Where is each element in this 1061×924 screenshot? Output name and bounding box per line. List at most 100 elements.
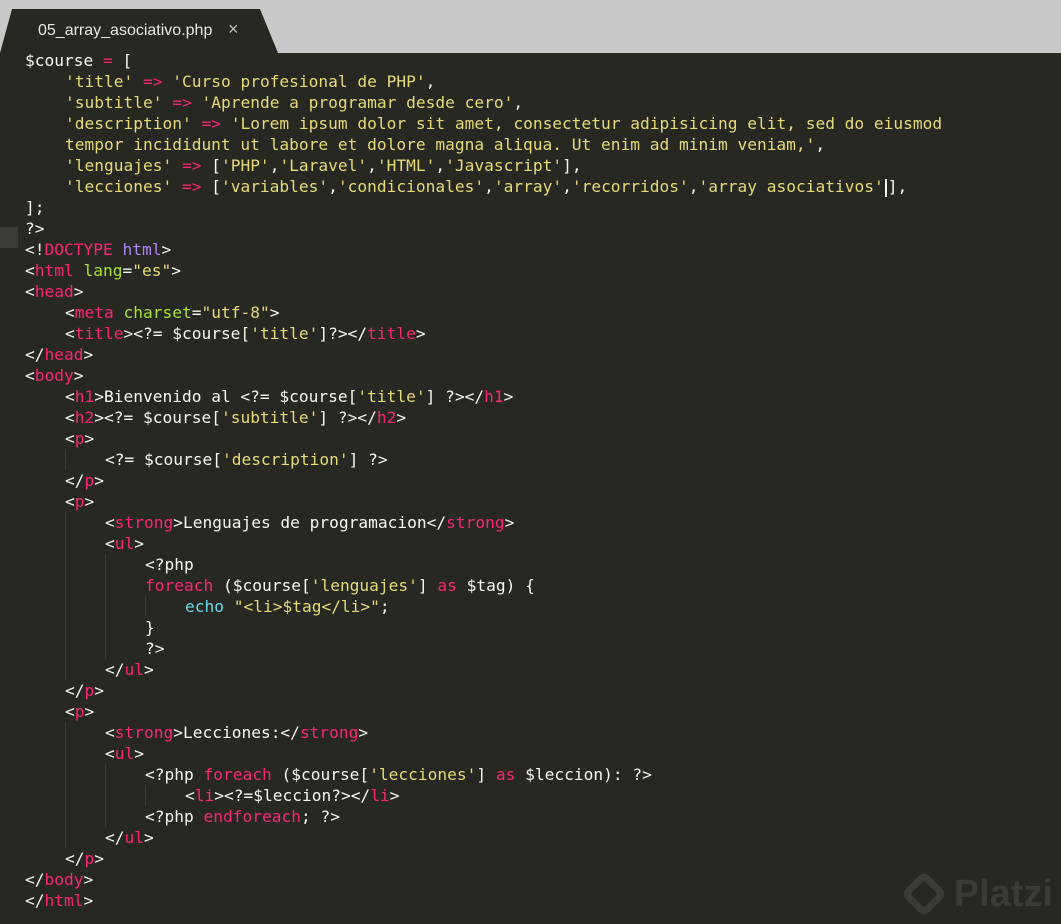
code-token: >	[504, 513, 515, 532]
code-line[interactable]: <?php foreach ($course['lecciones'] as $…	[25, 764, 942, 785]
code-line[interactable]: <strong>Lecciones:</strong>	[25, 722, 942, 743]
code-line[interactable]: 'title' => 'Curso profesional de PHP',	[25, 71, 942, 92]
code-token: "<li>$tag</li>"	[233, 597, 380, 616]
indent-guide	[25, 659, 65, 680]
indent-guide	[25, 323, 65, 344]
code-line[interactable]: <body>	[25, 365, 942, 386]
code-line[interactable]: 'lecciones' => ['variables','condicional…	[25, 176, 942, 197]
code-token: <?php	[145, 807, 204, 826]
code-line[interactable]: <p>	[25, 701, 942, 722]
code-line[interactable]: ];	[25, 197, 942, 218]
indent-guide	[65, 533, 105, 554]
code-token: [	[201, 156, 221, 175]
code-line[interactable]: 'lenguajes' => ['PHP','Laravel','HTML','…	[25, 155, 942, 176]
code-line[interactable]: <p>	[25, 428, 942, 449]
code-token: strong	[114, 723, 174, 742]
code-line[interactable]: <!DOCTYPE html>	[25, 239, 942, 260]
indent-guide	[105, 785, 145, 806]
code-token: ul	[124, 660, 145, 679]
code-line[interactable]: </p>	[25, 848, 942, 869]
code-line[interactable]: $course = [	[25, 53, 942, 71]
indent-guide	[25, 806, 65, 827]
indent-guide	[65, 722, 105, 743]
tab-active-file[interactable]: 05_array_asociativo.php ×	[0, 9, 278, 53]
code-token: ?>	[25, 219, 45, 238]
indent-guide	[25, 155, 65, 176]
code-line[interactable]: </head>	[25, 344, 942, 365]
indent-guide	[65, 596, 105, 617]
close-icon[interactable]: ×	[228, 19, 239, 40]
code-token: ,	[484, 177, 494, 196]
indent-guide	[25, 575, 65, 596]
indent-guide	[25, 71, 65, 92]
code-token: 'variables'	[220, 177, 329, 196]
platzi-logo-icon	[903, 873, 944, 915]
code-line[interactable]: <ul>	[25, 533, 942, 554]
code-token: >	[73, 366, 84, 385]
code-line[interactable]: </html>	[25, 890, 942, 911]
code-token: 'Curso profesional de PHP'	[172, 72, 426, 91]
code-line[interactable]: <p>	[25, 491, 942, 512]
code-line[interactable]: </body>	[25, 869, 942, 890]
code-line[interactable]: <ul>	[25, 743, 942, 764]
code-token: <	[65, 408, 75, 427]
code-token: ,	[815, 135, 826, 154]
code-line[interactable]: <?php endforeach; ?>	[25, 806, 942, 827]
code-token: p	[74, 429, 85, 448]
code-line[interactable]: <strong>Lenguajes de programacion</stron…	[25, 512, 942, 533]
code-token: foreach	[145, 576, 214, 595]
code-token: 'array'	[493, 177, 563, 196]
code-line[interactable]: <h2><?= $course['subtitle'] ?></h2>	[25, 407, 942, 428]
code-token: 'PHP'	[220, 156, 270, 175]
indent-guide	[25, 92, 65, 113]
code-line[interactable]: <?php	[25, 554, 942, 575]
code-token: ul	[114, 534, 135, 553]
code-line[interactable]: 'subtitle' => 'Aprende a programar desde…	[25, 92, 942, 113]
code-token: strong	[446, 513, 505, 532]
code-line[interactable]: </p>	[25, 680, 942, 701]
code-line[interactable]: <meta charset="utf-8">	[25, 302, 942, 323]
code-token: =	[122, 261, 133, 280]
code-line[interactable]: <title><?= $course['title']?></title>	[25, 323, 942, 344]
indent-guide	[105, 638, 145, 659]
indent-guide	[105, 617, 145, 638]
code-token: >	[134, 534, 144, 553]
code-line[interactable]: }	[25, 617, 942, 638]
code-token: html	[44, 891, 84, 910]
code-token: head	[34, 282, 74, 301]
code-line[interactable]: <html lang="es">	[25, 260, 942, 281]
code-line[interactable]: <?= $course['description'] ?>	[25, 449, 942, 470]
code-token: ]	[476, 765, 496, 784]
code-line[interactable]: <li><?=$leccion?></li>	[25, 785, 942, 806]
code-line[interactable]: echo "<li>$tag</li>";	[25, 596, 942, 617]
code-line[interactable]: </p>	[25, 470, 942, 491]
code-token: <?= $course[	[105, 450, 222, 469]
code-line[interactable]: </ul>	[25, 659, 942, 680]
code-token: >	[83, 891, 94, 910]
code-token: <	[65, 492, 75, 511]
code-token: 'title'	[65, 72, 134, 91]
indent-guide	[25, 302, 65, 323]
code-token: >	[84, 702, 95, 721]
code-line[interactable]: </ul>	[25, 827, 942, 848]
code-token: li	[194, 786, 215, 805]
tab-bar: 05_array_asociativo.php ×	[0, 0, 1061, 53]
code-token: p	[84, 471, 95, 490]
code-line[interactable]: ?>	[25, 218, 942, 239]
code-line[interactable]: <h1>Bienvenido al <?= $course['title'] ?…	[25, 386, 942, 407]
code-token: "es"	[132, 261, 172, 280]
code-line[interactable]: ?>	[25, 638, 942, 659]
code-token: 'HTML'	[376, 156, 436, 175]
code-area[interactable]: $course = ['title' => 'Curso profesional…	[25, 53, 942, 911]
code-token: <?php	[145, 555, 194, 574]
code-line[interactable]: foreach ($course['lenguajes'] as $tag) {	[25, 575, 942, 596]
code-line[interactable]: tempor incididunt ut labore et dolore ma…	[25, 134, 942, 155]
code-token: ; ?>	[300, 807, 340, 826]
code-line[interactable]: 'description' => 'Lorem ipsum dolor sit …	[25, 113, 942, 134]
code-token: ,	[328, 177, 338, 196]
code-editor[interactable]: $course = ['title' => 'Curso profesional…	[0, 53, 1061, 924]
indent-guide	[105, 806, 145, 827]
code-line[interactable]: <head>	[25, 281, 942, 302]
